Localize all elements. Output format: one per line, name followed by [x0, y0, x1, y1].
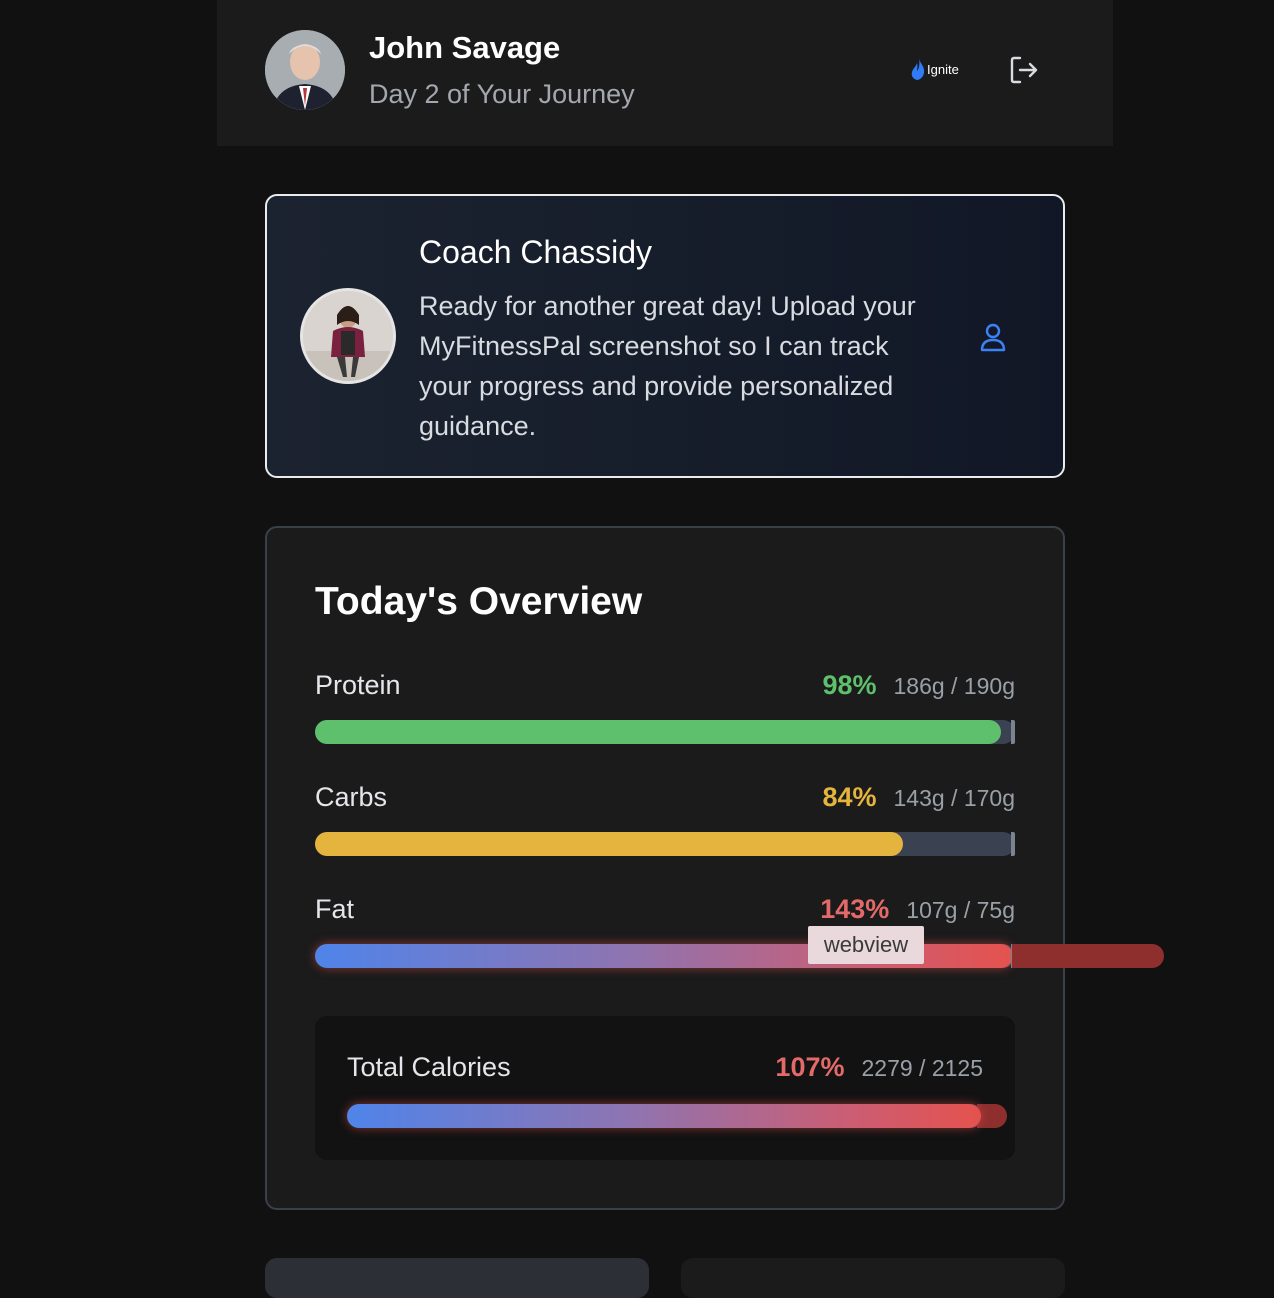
- macro-amount: 143g / 170g: [893, 785, 1015, 811]
- calories-label: Total Calories: [347, 1052, 511, 1082]
- macro-amount: 186g / 190g: [893, 673, 1015, 699]
- progress-track: [315, 720, 1015, 744]
- brand-logo[interactable]: Ignite: [911, 55, 959, 83]
- app-header: John Savage Day 2 of Your Journey Ignite: [217, 0, 1113, 146]
- journey-day: Day 2 of Your Journey: [369, 79, 635, 109]
- total-calories-panel: Total Calories 107% 2279 / 2125: [315, 1016, 1015, 1160]
- flame-icon: [911, 58, 925, 80]
- brand-name: Ignite: [927, 61, 959, 77]
- logout-button[interactable]: [1009, 54, 1039, 86]
- user-icon: [980, 323, 1006, 352]
- macro-label: Fat: [315, 894, 355, 924]
- macro-percent: 98%: [822, 670, 877, 700]
- macro-percent: 84%: [822, 782, 877, 812]
- coach-profile-button[interactable]: [980, 322, 1006, 352]
- macro-label: Carbs: [315, 782, 388, 812]
- fat-overflow-bar: [1012, 944, 1164, 968]
- macro-amount: 107g / 75g: [906, 897, 1015, 923]
- logout-icon: [1010, 56, 1038, 84]
- progress-track: [315, 832, 1015, 856]
- macro-label: Protein: [315, 670, 401, 700]
- calories-amount: 2279 / 2125: [861, 1055, 983, 1081]
- user-name: John Savage: [369, 30, 561, 65]
- overview-title: Today's Overview: [315, 580, 643, 623]
- coach-avatar[interactable]: [300, 288, 396, 384]
- user-avatar[interactable]: [265, 30, 345, 110]
- bottom-card-right[interactable]: [681, 1258, 1065, 1298]
- calories-overflow: [977, 1104, 1007, 1128]
- calories-progress-fill: [347, 1104, 981, 1128]
- bottom-card-left[interactable]: [265, 1258, 649, 1298]
- webview-tooltip: webview: [808, 926, 924, 964]
- progress-fill: [315, 720, 1001, 744]
- progress-fill: [315, 832, 903, 856]
- todays-overview-card: Today's Overview Protein 98% 186g / 190g…: [265, 526, 1065, 1210]
- coach-card: Coach Chassidy Ready for another great d…: [265, 194, 1065, 478]
- macro-percent: 143%: [820, 894, 890, 924]
- calories-progress-track: [347, 1104, 1007, 1128]
- coach-message: Ready for another great day! Upload your…: [419, 291, 916, 441]
- coach-name: Coach Chassidy: [419, 234, 652, 270]
- calories-percent: 107%: [775, 1052, 845, 1082]
